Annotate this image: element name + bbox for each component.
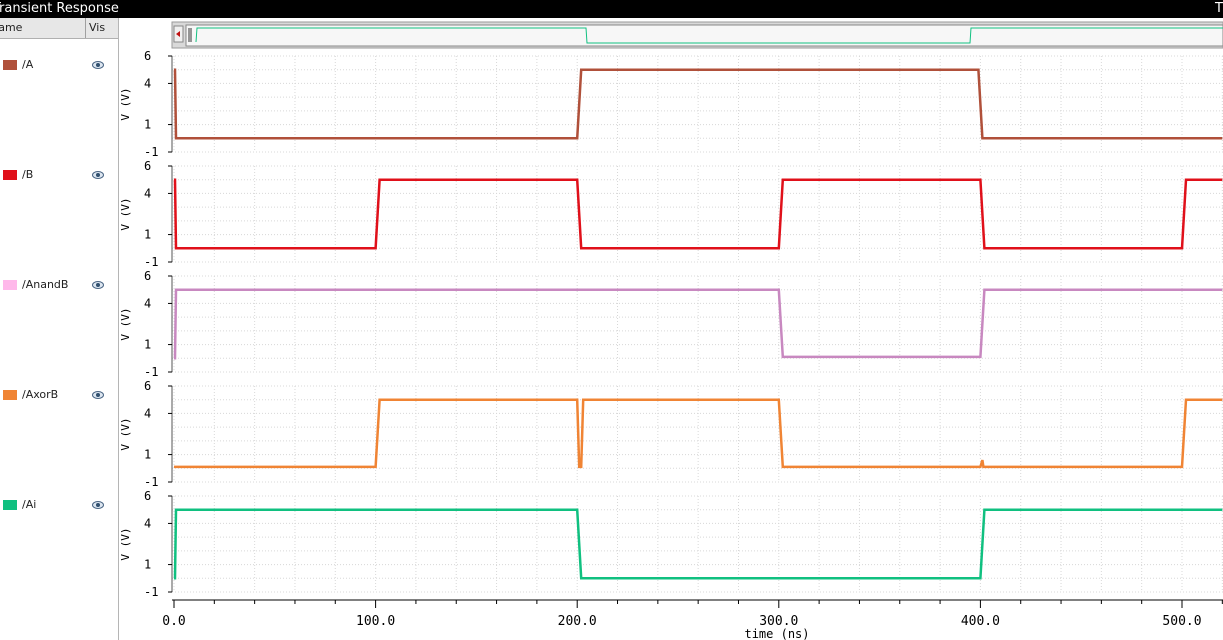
y-tick-label: -1 xyxy=(144,585,158,599)
x-tick-label: 300.0 xyxy=(759,614,798,629)
y-tick-label: 4 xyxy=(144,186,151,200)
y-tick-label: 6 xyxy=(144,379,151,393)
y-tick-label: -1 xyxy=(144,145,158,159)
waveform-plot[interactable]: -1 1 4 6 V (V) -1 1 4 6 V (V) -1 1 4 6 V (V) -1 1 4 6 V (V)… xyxy=(0,0,1223,640)
y-tick-label: -1 xyxy=(144,255,158,269)
y-tick-label: 1 xyxy=(144,558,151,572)
y-tick-label: -1 xyxy=(144,365,158,379)
x-tick-label: 400.0 xyxy=(961,614,1000,629)
y-tick-label: 1 xyxy=(144,228,151,242)
y-tick-label: 1 xyxy=(144,118,151,132)
y-tick-label: 4 xyxy=(144,296,151,310)
x-tick-label: 0.0 xyxy=(162,614,185,629)
waveform-panel[interactable]: -1 1 4 6 V (V) xyxy=(119,159,1223,269)
waveform-panel[interactable]: -1 1 4 6 V (V) xyxy=(119,489,1223,599)
waveform-panel[interactable]: -1 1 4 6 V (V) xyxy=(119,379,1223,489)
y-axis-label: V (V) xyxy=(119,197,132,230)
waveform-panels: -1 1 4 6 V (V) -1 1 4 6 V (V) -1 1 4 6 V (V) -1 1 4 6 V (V)… xyxy=(119,49,1223,599)
x-axis: time (ns) 0.0 100.0 200.0 300.0 400.0 500.0 xyxy=(162,599,1223,640)
y-tick-label: 6 xyxy=(144,489,151,503)
y-tick-label: 1 xyxy=(144,448,151,462)
x-tick-label: 200.0 xyxy=(558,614,597,629)
y-tick-label: 4 xyxy=(144,516,151,530)
y-axis-label: V (V) xyxy=(119,527,132,560)
y-tick-label: 4 xyxy=(144,76,151,90)
y-tick-label: 1 xyxy=(144,338,151,352)
y-tick-label: 6 xyxy=(144,269,151,283)
y-axis-label: V (V) xyxy=(119,417,132,450)
y-tick-label: 4 xyxy=(144,406,151,420)
timeline-scroller[interactable] xyxy=(171,21,1223,49)
y-tick-label: 6 xyxy=(144,49,151,63)
x-tick-label: 500.0 xyxy=(1162,614,1201,629)
y-axis-label: V (V) xyxy=(119,87,132,120)
y-axis-label: V (V) xyxy=(119,307,132,340)
waveform-panel[interactable]: -1 1 4 6 V (V) xyxy=(119,269,1223,379)
x-tick-label: 100.0 xyxy=(356,614,395,629)
waveform-panel[interactable]: -1 1 4 6 V (V) xyxy=(119,49,1223,159)
y-tick-label: -1 xyxy=(144,475,158,489)
y-tick-label: 6 xyxy=(144,159,151,173)
